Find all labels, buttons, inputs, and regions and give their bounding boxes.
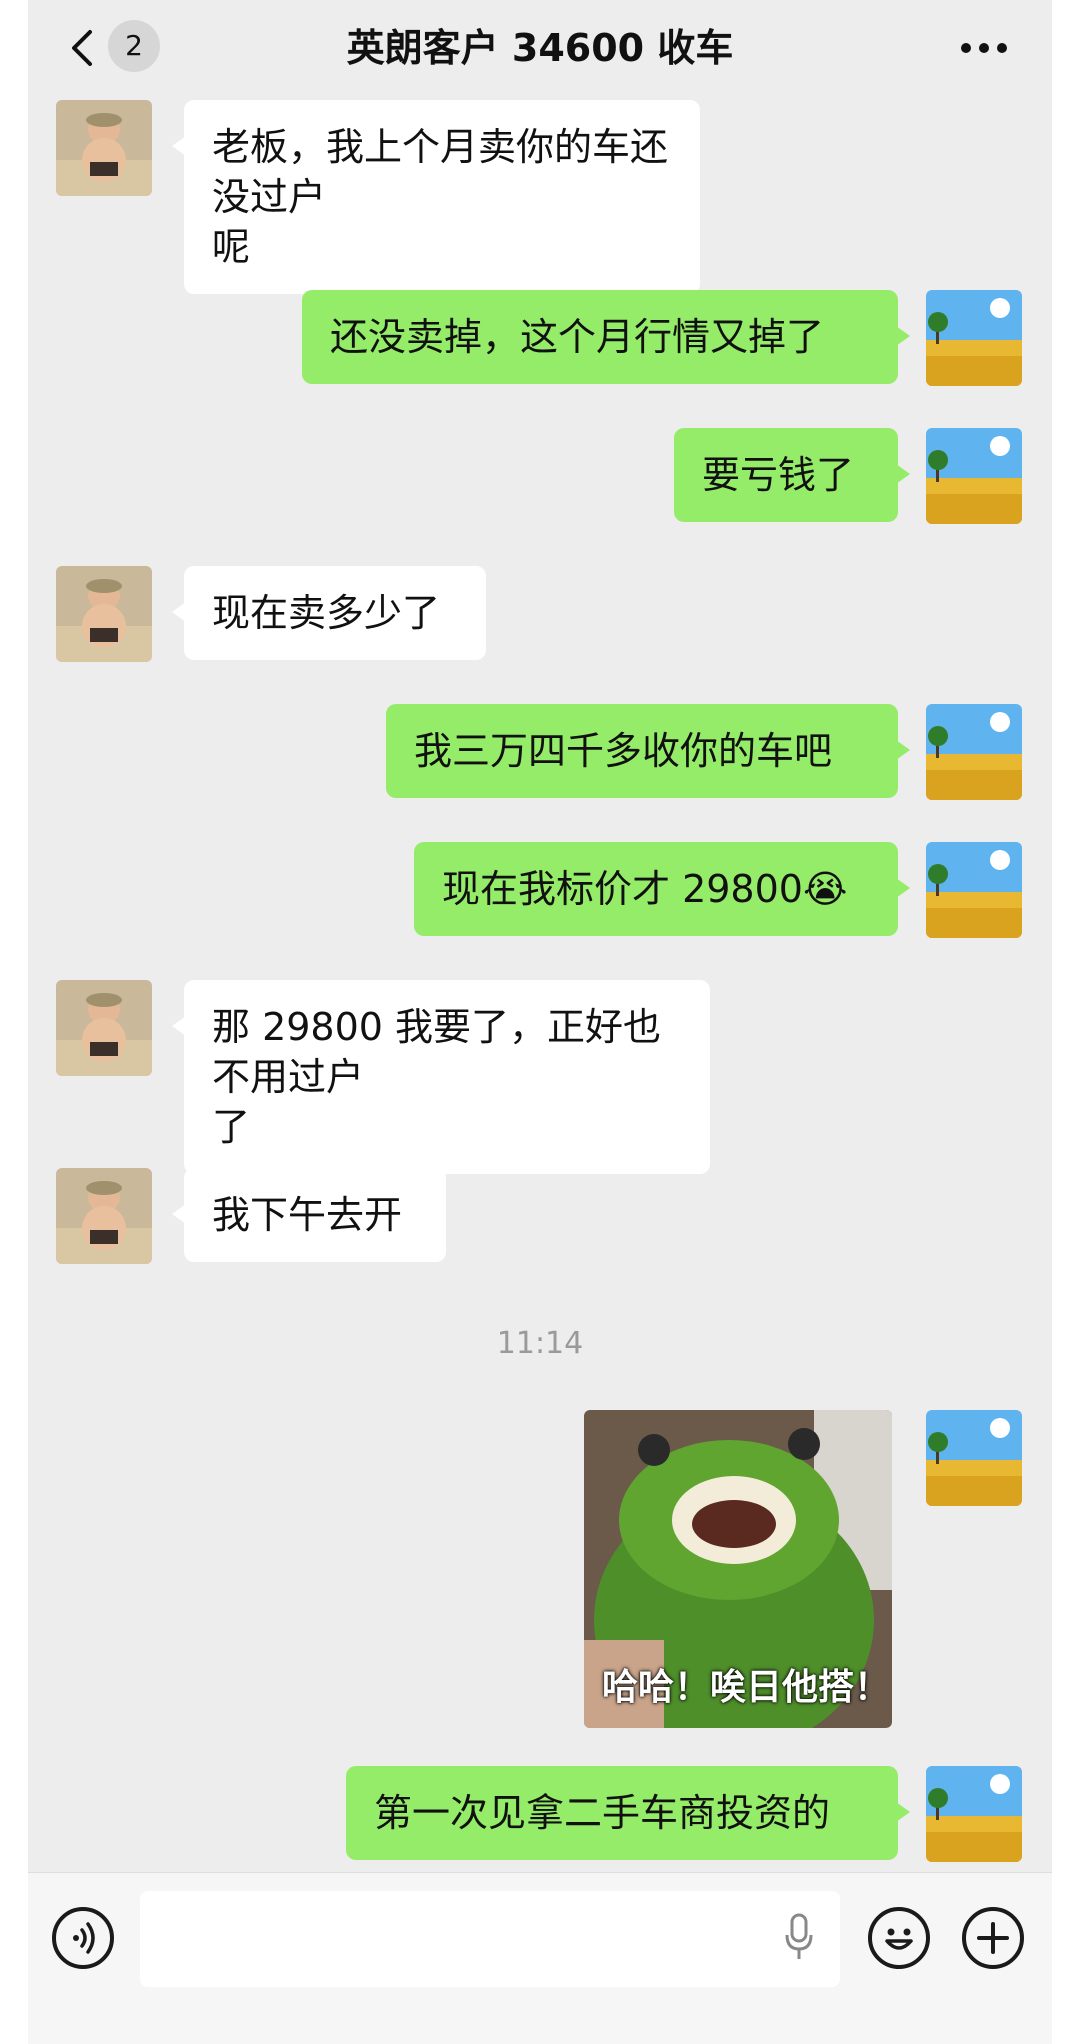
message-timestamp: 11:14 [496, 1326, 584, 1361]
my-avatar[interactable] [926, 1766, 1022, 1862]
chat-title: 英朗客户 34600 收车 [346, 26, 734, 70]
message-bubble-outgoing[interactable]: 我三万四千多收你的车吧 [386, 704, 910, 798]
voice-icon[interactable] [52, 1907, 114, 1969]
message-bubble-incoming[interactable]: 老板，我上个月卖你的车还没过户 呢 [172, 100, 700, 294]
message-bubble-incoming[interactable]: 那 29800 我要了，正好也不用过户 了 [172, 980, 710, 1174]
my-avatar[interactable] [926, 842, 1022, 938]
contact-avatar[interactable] [56, 1168, 152, 1264]
emoji-icon[interactable] [868, 1907, 930, 1969]
plus-icon[interactable] [962, 1907, 1024, 1969]
message-bubble-incoming[interactable]: 我下午去开 [172, 1168, 446, 1262]
message-bubble-outgoing[interactable]: 现在我标价才 29800😭 [414, 842, 910, 936]
message-bubble-outgoing[interactable]: 第一次见拿二手车商投资的 [346, 1766, 910, 1860]
input-bar [28, 1872, 1052, 2044]
message-bubble-outgoing[interactable]: 还没卖掉，这个月行情又掉了 [302, 290, 910, 384]
sticker-caption: 哈哈！唉日他搭！ [602, 1667, 891, 1708]
my-avatar[interactable] [926, 704, 1022, 800]
chat-screen: 2 英朗客户 34600 收车 老板，我上个月卖你的车还没过户 呢 还没卖掉，这… [28, 0, 1052, 2044]
more-dots-icon[interactable] [956, 30, 1012, 66]
message-input[interactable] [140, 1891, 840, 1987]
contact-avatar[interactable] [56, 980, 152, 1076]
chat-header: 2 英朗客户 34600 收车 [28, 0, 1052, 96]
my-avatar[interactable] [926, 428, 1022, 524]
contact-avatar[interactable] [56, 566, 152, 662]
contact-avatar[interactable] [56, 100, 152, 196]
message-bubble-outgoing[interactable]: 要亏钱了 [674, 428, 910, 522]
my-avatar[interactable] [926, 290, 1022, 386]
my-avatar[interactable] [926, 1410, 1022, 1506]
sticker-image[interactable]: 哈哈！唉日他搭！ [584, 1410, 892, 1728]
microphone-icon[interactable] [784, 1913, 814, 1963]
message-bubble-incoming[interactable]: 现在卖多少了 [172, 566, 486, 660]
